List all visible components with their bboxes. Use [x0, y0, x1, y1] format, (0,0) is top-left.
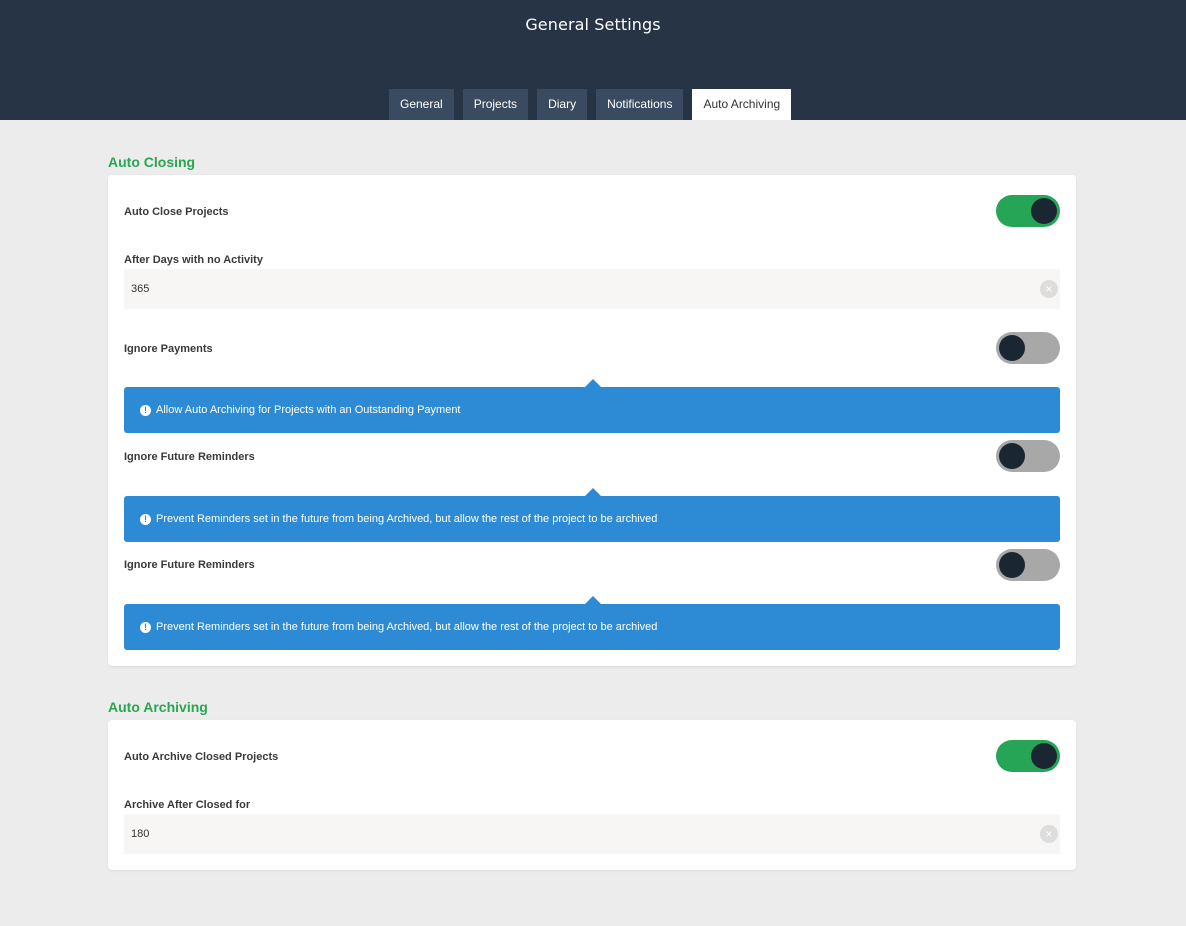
archive-after-field: × — [124, 814, 1060, 854]
section-title-auto-closing: Auto Closing — [108, 154, 196, 170]
auto-archive-closed-label: Auto Archive Closed Projects — [124, 751, 279, 763]
after-days-label: After Days with no Activity — [124, 254, 263, 266]
info-icon: ! — [140, 622, 151, 633]
info-icon: ! — [140, 405, 151, 416]
info-icon: ! — [140, 514, 151, 525]
toggle-knob — [1031, 743, 1057, 769]
archive-after-input[interactable] — [124, 814, 1024, 854]
page-title: General Settings — [525, 15, 661, 34]
ignore-payments-info-box: ! Allow Auto Archiving for Projects with… — [124, 379, 1060, 433]
ignore-future-reminders-info-text-2: Prevent Reminders set in the future from… — [156, 621, 658, 633]
ignore-payments-toggle[interactable] — [996, 332, 1060, 364]
ignore-payments-label: Ignore Payments — [124, 343, 213, 355]
tab-notifications[interactable]: Notifications — [596, 89, 684, 120]
after-days-input[interactable] — [124, 269, 1024, 309]
tab-auto-archiving[interactable]: Auto Archiving — [692, 89, 792, 120]
archive-after-label: Archive After Closed for — [124, 799, 251, 811]
tab-projects[interactable]: Projects — [462, 89, 529, 120]
info-arrow — [585, 596, 601, 604]
auto-archiving-card: Auto Archive Closed Projects Archive Aft… — [108, 720, 1076, 870]
ignore-future-reminders-label-2: Ignore Future Reminders — [124, 559, 255, 571]
ignore-future-reminders-toggle[interactable] — [996, 440, 1060, 472]
section-title-auto-archiving: Auto Archiving — [108, 699, 208, 715]
ignore-future-reminders-toggle-2[interactable] — [996, 549, 1060, 581]
ignore-future-reminders-info-text: Prevent Reminders set in the future from… — [156, 513, 658, 525]
auto-close-projects-label: Auto Close Projects — [124, 206, 229, 218]
auto-close-projects-toggle[interactable] — [996, 195, 1060, 227]
after-days-field: × — [124, 269, 1060, 309]
ignore-future-reminders-info-box: ! Prevent Reminders set in the future fr… — [124, 488, 1060, 542]
auto-archive-closed-toggle[interactable] — [996, 740, 1060, 772]
ignore-payments-info-text: Allow Auto Archiving for Projects with a… — [156, 404, 461, 416]
clear-circle-icon[interactable]: × — [1040, 825, 1058, 843]
toggle-knob — [999, 335, 1025, 361]
settings-tabs: General Projects Diary Notifications Aut… — [389, 89, 800, 120]
toggle-knob — [1031, 198, 1057, 224]
info-arrow — [585, 488, 601, 496]
ignore-future-reminders-label: Ignore Future Reminders — [124, 451, 255, 463]
auto-closing-card: Auto Close Projects After Days with no A… — [108, 175, 1076, 666]
toggle-knob — [999, 443, 1025, 469]
tab-general[interactable]: General — [389, 89, 454, 120]
toggle-knob — [999, 552, 1025, 578]
info-arrow — [585, 379, 601, 387]
tab-diary[interactable]: Diary — [537, 89, 588, 120]
top-header: General Settings General Projects Diary … — [0, 0, 1186, 120]
clear-circle-icon[interactable]: × — [1040, 280, 1058, 298]
ignore-future-reminders-info-box-2: ! Prevent Reminders set in the future fr… — [124, 596, 1060, 650]
